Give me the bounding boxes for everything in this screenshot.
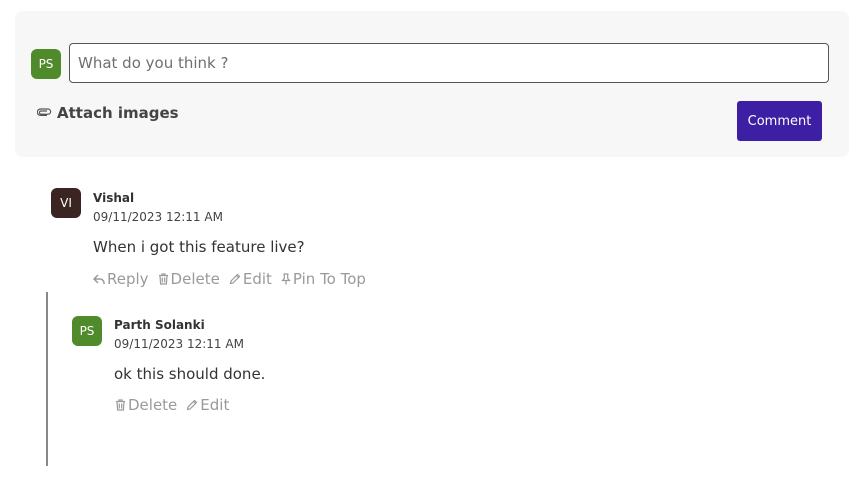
edit-label: Edit xyxy=(200,396,230,414)
edit-button[interactable]: Edit xyxy=(186,396,229,414)
avatar: PS xyxy=(31,49,61,79)
edit-label: Edit xyxy=(242,270,272,288)
reply-text: ok this should done. xyxy=(114,365,266,383)
delete-button[interactable]: Delete xyxy=(115,396,177,414)
trash-icon xyxy=(158,273,168,285)
pin-icon xyxy=(281,273,291,285)
attach-images-button[interactable]: Attach images xyxy=(37,104,179,122)
comment-button[interactable]: Comment xyxy=(737,101,822,141)
attach-images-label: Attach images xyxy=(57,104,179,122)
reply-button[interactable]: Reply xyxy=(93,270,149,288)
edit-button[interactable]: Edit xyxy=(229,270,272,288)
delete-label: Delete xyxy=(170,270,220,288)
comment-timestamp: 09/11/2023 12:11 AM xyxy=(93,210,223,224)
comment-composer: PS Attach images Comment xyxy=(15,11,849,157)
comment-actions: Reply Delete Edit Pin To Top xyxy=(93,270,375,288)
comment-author: Vishal xyxy=(93,191,135,205)
paperclip-icon xyxy=(37,108,52,116)
pin-to-top-button[interactable]: Pin To Top xyxy=(281,270,366,288)
pencil-icon xyxy=(187,399,198,411)
trash-icon xyxy=(116,399,125,411)
reply-thread-line xyxy=(46,292,48,466)
pin-to-top-label: Pin To Top xyxy=(292,270,366,288)
reply-timestamp: 09/11/2023 12:11 AM xyxy=(114,337,244,351)
comment-text: When i got this feature live? xyxy=(93,238,305,256)
comment-input[interactable] xyxy=(69,43,829,83)
reply-actions: Delete Edit xyxy=(115,396,238,414)
reply-author: Parth Solanki xyxy=(114,318,205,332)
pencil-icon xyxy=(229,273,241,285)
avatar: VI xyxy=(51,188,81,218)
delete-button[interactable]: Delete xyxy=(158,270,220,288)
delete-label: Delete xyxy=(128,396,178,414)
reply-icon xyxy=(93,273,105,284)
reply-label: Reply xyxy=(107,270,149,288)
avatar: PS xyxy=(72,316,102,346)
